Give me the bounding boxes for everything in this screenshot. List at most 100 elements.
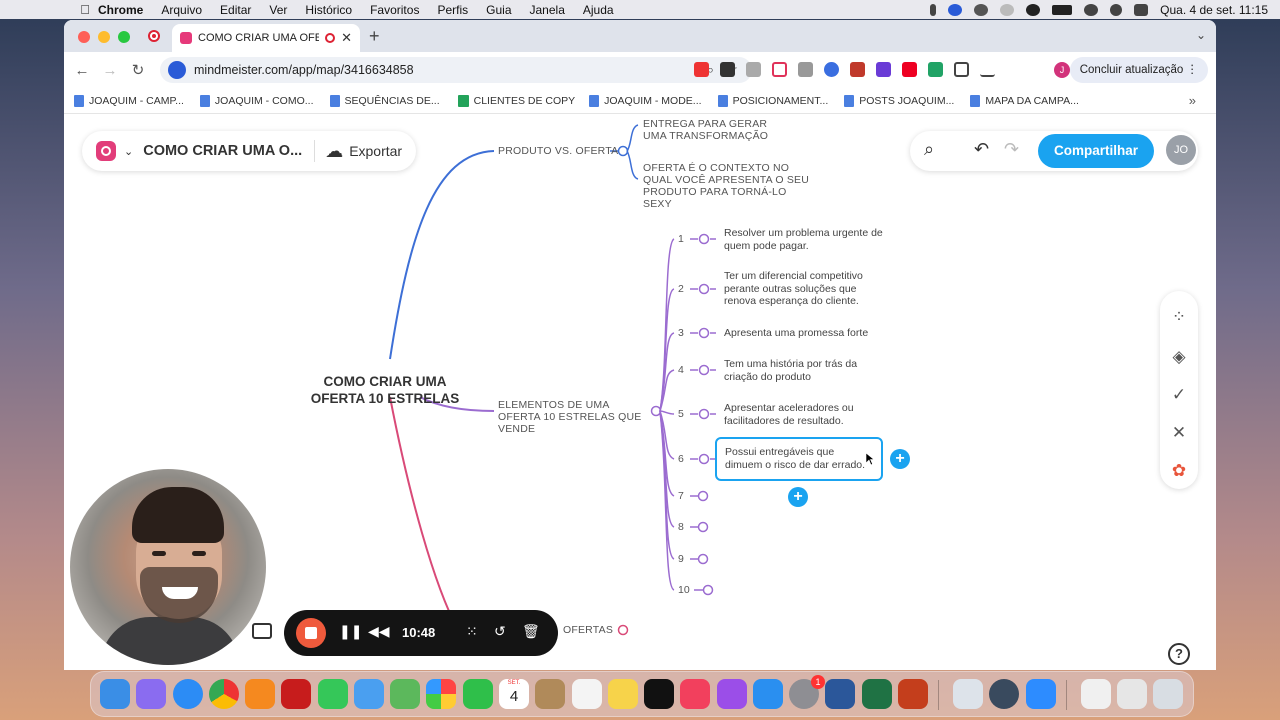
control-center-icon[interactable] bbox=[1134, 3, 1149, 16]
add-child-button[interactable]: + bbox=[788, 487, 808, 507]
forward-button[interactable]: → bbox=[96, 62, 124, 79]
subtopic-number[interactable]: 9 bbox=[678, 553, 684, 565]
root-topic[interactable]: COMO CRIAR UMA OFERTA 10 ESTRELAS bbox=[308, 373, 462, 407]
sheet-extension-icon[interactable] bbox=[928, 62, 943, 77]
redo-icon[interactable]: ↷ bbox=[1004, 139, 1019, 160]
connection-icon[interactable]: ✕ bbox=[1169, 423, 1189, 443]
finder-icon[interactable] bbox=[100, 679, 130, 709]
minimize-window-button[interactable] bbox=[98, 31, 110, 43]
subtopic-number[interactable]: 8 bbox=[678, 521, 684, 533]
presentation-icon[interactable] bbox=[252, 623, 272, 639]
wifi-icon[interactable] bbox=[1084, 3, 1099, 16]
topic-produto-vs-oferta[interactable]: PRODUTO VS. OFERTA bbox=[498, 145, 618, 157]
map-title[interactable]: COMO CRIAR UMA O... bbox=[143, 143, 302, 159]
menu-historico[interactable]: Histórico bbox=[305, 3, 352, 17]
maximize-window-button[interactable] bbox=[118, 31, 130, 43]
undo-icon[interactable]: ↶ bbox=[974, 139, 989, 160]
menu-ajuda[interactable]: Ajuda bbox=[583, 3, 614, 17]
clock[interactable]: Qua. 4 de set. 11:15 bbox=[1160, 3, 1268, 17]
mindmeister-logo-icon[interactable] bbox=[96, 141, 116, 161]
acrobat-icon[interactable] bbox=[281, 679, 311, 709]
subtopic-2[interactable]: Ter um diferencial competitivo perante o… bbox=[724, 270, 870, 308]
subtopic-number[interactable]: 2 bbox=[678, 283, 684, 295]
subtopic-number[interactable]: 5 bbox=[678, 408, 684, 420]
launchpad-icon[interactable] bbox=[136, 679, 166, 709]
tab-search-chevron-icon[interactable]: ⌄ bbox=[1196, 28, 1206, 42]
bookmark-item[interactable]: SEQUÊNCIAS DE... bbox=[329, 94, 440, 107]
subtopic-number[interactable]: 10 bbox=[678, 584, 690, 596]
s-extension-icon[interactable] bbox=[876, 62, 891, 77]
chrome-icon[interactable] bbox=[209, 679, 239, 709]
update-button[interactable]: Concluir atualização ⋮ bbox=[1069, 57, 1208, 83]
download-icon[interactable] bbox=[980, 62, 995, 77]
music-icon[interactable] bbox=[680, 679, 710, 709]
tracker-extension-icon[interactable] bbox=[824, 62, 839, 77]
puzzle-extensions-icon[interactable] bbox=[954, 62, 969, 77]
badge-extension-icon[interactable] bbox=[850, 62, 865, 77]
mail-icon[interactable] bbox=[354, 679, 384, 709]
menu-perfis[interactable]: Perfis bbox=[437, 3, 468, 17]
battery-icon[interactable] bbox=[1052, 4, 1073, 15]
back-button[interactable]: ← bbox=[68, 62, 96, 79]
grid-icon[interactable]: ⁙ bbox=[466, 623, 478, 640]
menu-ver[interactable]: Ver bbox=[269, 3, 287, 17]
recording-tab-icon[interactable] bbox=[148, 30, 160, 42]
search-icon[interactable]: ⌕ bbox=[924, 139, 934, 160]
zoom-icon[interactable] bbox=[1026, 679, 1056, 709]
topic-elementos[interactable]: ELEMENTOS DE UMA OFERTA 10 ESTRELAS QUE … bbox=[498, 399, 648, 435]
paint-bucket-icon[interactable]: ◈ bbox=[1169, 347, 1189, 367]
menu-guia[interactable]: Guia bbox=[486, 3, 511, 17]
export-button[interactable]: Exportar bbox=[349, 143, 402, 159]
powerpoint-icon[interactable] bbox=[898, 679, 928, 709]
camera-extension-icon[interactable] bbox=[798, 62, 813, 77]
safari-icon[interactable] bbox=[173, 679, 203, 709]
site-info-icon[interactable] bbox=[168, 61, 186, 79]
tab-active[interactable]: COMO CRIAR UMA OFERT ✕ bbox=[172, 24, 360, 52]
rewind-icon[interactable]: ◀◀ bbox=[368, 623, 390, 640]
youtube-extension-icon[interactable] bbox=[694, 62, 709, 77]
restart-icon[interactable]: ↺ bbox=[494, 623, 506, 640]
bookmark-item[interactable]: JOAQUIM - CAMP... bbox=[74, 94, 184, 107]
podcasts-icon[interactable] bbox=[717, 679, 747, 709]
subtopic-4[interactable]: Tem uma história por trás da criação do … bbox=[724, 358, 864, 383]
chevron-down-icon[interactable]: ⌄ bbox=[124, 145, 133, 158]
ofertas-node-dot[interactable] bbox=[617, 624, 629, 636]
subtopic-number[interactable]: 1 bbox=[678, 233, 684, 245]
app-store-icon[interactable] bbox=[753, 679, 783, 709]
moon-icon[interactable] bbox=[1026, 3, 1041, 16]
check-circle-icon[interactable]: ✓ bbox=[1169, 385, 1189, 405]
share-button[interactable]: Compartilhar bbox=[1038, 134, 1154, 168]
subtopic-6-editing[interactable]: Possui entregáveis que dimuem o risco de… bbox=[715, 437, 883, 481]
more-bookmarks-icon[interactable]: » bbox=[1189, 93, 1196, 108]
subtopic-number[interactable]: 7 bbox=[678, 490, 684, 502]
red-extension-icon[interactable] bbox=[902, 62, 917, 77]
calendar-icon[interactable]: SET. 4 bbox=[499, 679, 529, 709]
new-tab-button[interactable]: + bbox=[369, 26, 380, 47]
cloud-download-icon[interactable]: ☁ bbox=[325, 141, 343, 162]
facetime-icon[interactable] bbox=[463, 679, 493, 709]
subtopic-number[interactable]: 4 bbox=[678, 364, 684, 376]
photos-icon[interactable] bbox=[426, 679, 456, 709]
menu-arquivo[interactable]: Arquivo bbox=[161, 3, 202, 17]
apple-menu-icon[interactable]:  bbox=[72, 2, 98, 17]
help-icon[interactable]: ? bbox=[1168, 643, 1190, 665]
document-stack-icon[interactable] bbox=[1081, 679, 1111, 709]
topic-entrega[interactable]: ENTREGA PARA GERAR UMA TRANSFORMAÇÃO bbox=[643, 118, 793, 142]
pause-icon[interactable]: ❚❚ bbox=[339, 623, 362, 640]
pocket-extension-icon[interactable] bbox=[772, 62, 787, 77]
trash-icon[interactable] bbox=[1153, 679, 1183, 709]
excel-icon[interactable] bbox=[862, 679, 892, 709]
topic-ofertas-partial[interactable]: OFERTAS bbox=[563, 624, 613, 636]
bookmark-item[interactable]: MAPA DA CAMPA... bbox=[970, 94, 1079, 107]
medium-extension-icon[interactable] bbox=[720, 62, 735, 77]
maps-icon[interactable] bbox=[390, 679, 420, 709]
widgets-icon[interactable]: ⁘ bbox=[1169, 307, 1189, 327]
search-spotlight-icon[interactable] bbox=[1110, 3, 1123, 16]
circle-status-icon[interactable] bbox=[1000, 3, 1015, 16]
microphone-icon[interactable] bbox=[930, 3, 937, 16]
subtopic-number[interactable]: 6 bbox=[678, 453, 684, 465]
close-tab-icon[interactable]: ✕ bbox=[341, 30, 352, 46]
menu-favoritos[interactable]: Favoritos bbox=[370, 3, 419, 17]
apple-tv-icon[interactable] bbox=[644, 679, 674, 709]
code-extension-icon[interactable] bbox=[746, 62, 761, 77]
